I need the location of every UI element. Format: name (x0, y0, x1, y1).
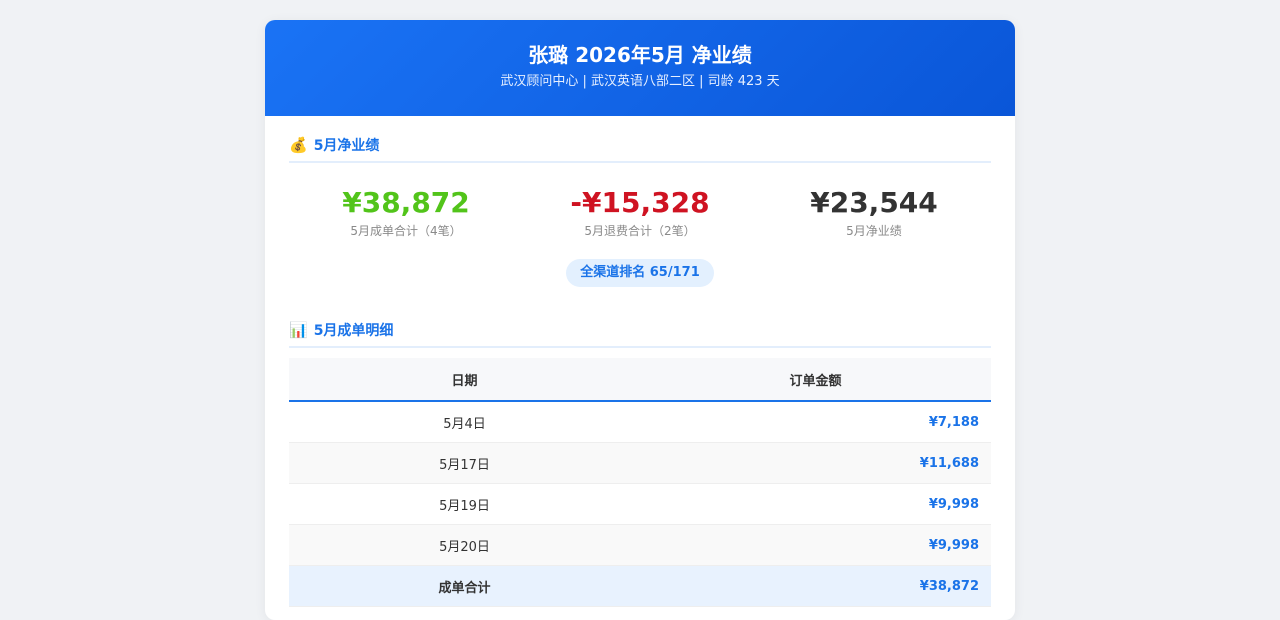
table-total-row: 成单合计 ¥38,872 (289, 565, 991, 607)
stat-orders-total: ¥38,872 5月成单合计（4笔） (289, 185, 523, 239)
column-header-date: 日期 (289, 358, 640, 402)
performance-card: 张璐 2026年5月 净业绩 武汉顾问中心 | 武汉英语八部二区 | 司龄 42… (265, 20, 1015, 620)
money-bag-icon: 💰 (289, 135, 308, 154)
stats-row: ¥38,872 5月成单合计（4笔） -¥15,328 5月退费合计（2笔） ¥… (289, 185, 991, 239)
stat-net-performance: ¥23,544 5月净业绩 (757, 185, 991, 239)
card-header: 张璐 2026年5月 净业绩 武汉顾问中心 | 武汉英语八部二区 | 司龄 42… (265, 20, 1015, 116)
row-date: 5月4日 (289, 401, 640, 443)
row-amount: ¥11,688 (640, 442, 991, 484)
details-title-label: 5月成单明细 (313, 322, 394, 339)
stat-value: -¥15,328 (570, 186, 710, 219)
stat-label: 5月净业绩 (846, 224, 902, 238)
page-subtitle: 武汉顾问中心 | 武汉英语八部二区 | 司龄 423 天 (500, 74, 780, 89)
table-row: 5月17日 ¥11,688 (289, 442, 991, 484)
row-date: 5月17日 (289, 442, 640, 484)
row-amount: ¥7,188 (640, 401, 991, 443)
total-label: 成单合计 (289, 565, 640, 607)
page-title: 张璐 2026年5月 净业绩 (528, 43, 752, 67)
summary-title-label: 5月净业绩 (313, 137, 380, 154)
bar-chart-icon: 📊 (289, 320, 308, 339)
stat-value: ¥38,872 (342, 186, 470, 219)
stat-label: 5月退费合计（2笔） (584, 224, 696, 238)
orders-table: 日期 订单金额 5月4日 ¥7,188 5月17日 ¥11,688 5月19日 … (289, 358, 991, 607)
table-row: 5月4日 ¥7,188 (289, 401, 991, 443)
table-header-row: 日期 订单金额 (289, 358, 991, 402)
stat-label: 5月成单合计（4笔） (350, 224, 462, 238)
row-amount: ¥9,998 (640, 524, 991, 566)
stat-refunds-total: -¥15,328 5月退费合计（2笔） (523, 185, 757, 239)
rank-badge: 全渠道排名 65/171 (566, 259, 714, 287)
stat-value: ¥23,544 (810, 186, 938, 219)
table-row: 5月19日 ¥9,998 (289, 483, 991, 525)
table-row: 5月20日 ¥9,998 (289, 524, 991, 566)
details-section-title: 📊 5月成单明细 (289, 301, 991, 348)
column-header-amount: 订单金额 (640, 358, 991, 402)
row-amount: ¥9,998 (640, 483, 991, 525)
total-amount: ¥38,872 (640, 565, 991, 607)
row-date: 5月20日 (289, 524, 640, 566)
summary-section-title: 💰 5月净业绩 (289, 116, 991, 163)
row-date: 5月19日 (289, 483, 640, 525)
